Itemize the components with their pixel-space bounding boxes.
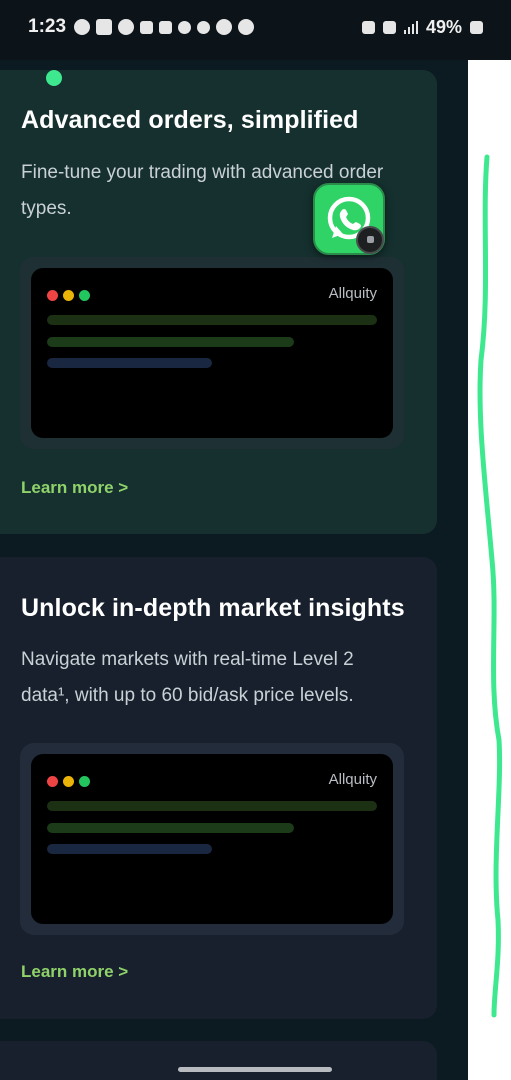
shazam-icon [216,19,233,35]
preview-brand: Allquity [328,771,377,788]
feature-card-advanced-orders: Advanced orders, simplified Fine-tune yo… [0,70,437,534]
preview-brand: Allquity [328,285,377,302]
learn-more-link[interactable]: Learn more > [21,478,128,498]
yellow-dot-icon [63,290,74,301]
viber-icon [238,19,255,35]
messenger-icon [74,19,91,35]
home-indicator[interactable] [178,1067,332,1072]
red-dot-icon [47,290,58,301]
profile-badge-icon [356,226,384,254]
status-time: 1:23 [28,16,67,37]
card-description: Navigate markets with real-time Level 2 … [21,649,354,706]
card-title: Unlock in-depth market insights [21,594,405,622]
annotation-dot [46,70,62,86]
notification-icons [74,19,255,35]
card-title: Advanced orders, simplified [21,106,359,134]
yellow-dot-icon [63,776,74,787]
status-bar: 1:23 49% [0,0,511,60]
system-status: 49% [361,16,483,38]
placeholder-bar [47,337,294,347]
app-notification-icon [178,20,192,34]
app-preview: Allquity [20,257,404,449]
red-dot-icon [47,776,58,787]
green-dot-icon [79,290,90,301]
signal-icon [403,20,418,34]
data-transfer-icon [382,20,396,34]
tiktok-icon [159,20,173,34]
message-icon [96,19,113,35]
placeholder-bar [47,358,212,368]
feature-card-market-insights: Unlock in-depth market insights Navigate… [0,557,437,1019]
window-dots [47,776,90,787]
placeholder-bar [47,823,294,833]
feature-list[interactable]: Advanced orders, simplified Fine-tune yo… [0,60,468,1080]
placeholder-bar [47,844,212,854]
shuffle-icon [197,20,211,34]
window-dots [47,290,90,301]
placeholder-bar [47,801,377,811]
preview-window: Allquity [31,268,393,438]
placeholder-bar [47,315,377,325]
whatsapp-status-icon [118,19,135,35]
preview-window: Allquity [31,754,393,924]
battery-icon [470,20,483,34]
green-dot-icon [79,776,90,787]
temu-icon [140,20,154,34]
feature-card-next [0,1041,437,1080]
alarm-icon [361,20,375,34]
battery-percent: 49% [425,16,462,37]
app-preview: Allquity [20,743,404,935]
scribble-annotation [477,154,503,1018]
learn-more-link[interactable]: Learn more > [21,962,128,982]
